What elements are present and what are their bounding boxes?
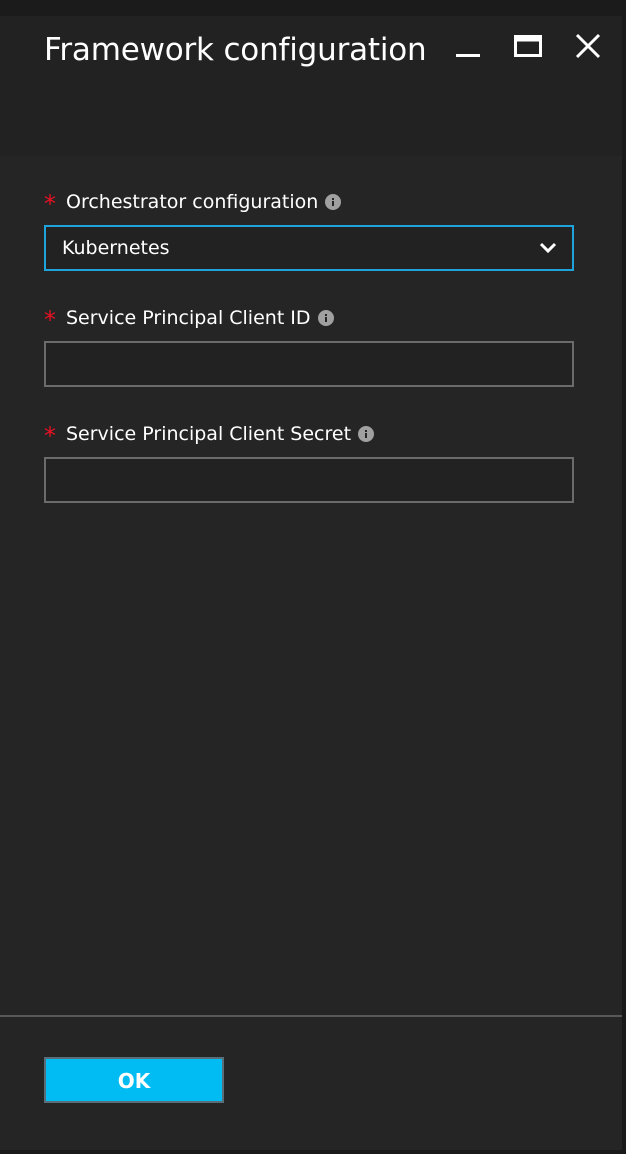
client-id-field[interactable] [44,341,574,387]
ok-button[interactable]: OK [44,1057,224,1103]
close-icon [575,33,601,59]
orchestrator-label: * Orchestrator configuration [44,189,342,218]
info-icon[interactable] [325,194,342,210]
blade-right-border [622,0,626,1154]
blade-header: Framework configuration [0,16,622,156]
info-icon[interactable] [317,310,334,326]
required-marker: * [44,190,56,218]
required-marker: * [44,306,56,334]
minimize-icon [456,54,480,57]
chevron-down-icon [539,242,557,254]
client-secret-label-text: Service Principal Client Secret [66,423,352,445]
top-strip [0,0,626,16]
client-secret-label: * Service Principal Client Secret [44,421,375,450]
orchestrator-label-text: Orchestrator configuration [66,191,319,213]
client-id-label-text: Service Principal Client ID [66,307,311,329]
blade-title: Framework configuration [44,32,427,68]
info-icon[interactable] [358,426,375,442]
maximize-icon [514,35,542,57]
framework-configuration-blade: Framework configuration * Orchestrator c… [0,0,626,1154]
orchestrator-selected-value: Kubernetes [62,237,170,259]
orchestrator-dropdown[interactable]: Kubernetes [44,225,574,271]
client-id-label: * Service Principal Client ID [44,305,334,334]
minimize-button[interactable] [452,30,486,64]
blade-bottom-border [0,1150,626,1154]
required-marker: * [44,422,56,450]
footer-divider [0,1015,622,1017]
maximize-button[interactable] [511,30,545,64]
client-secret-field[interactable] [44,457,574,503]
close-button[interactable] [571,30,605,64]
